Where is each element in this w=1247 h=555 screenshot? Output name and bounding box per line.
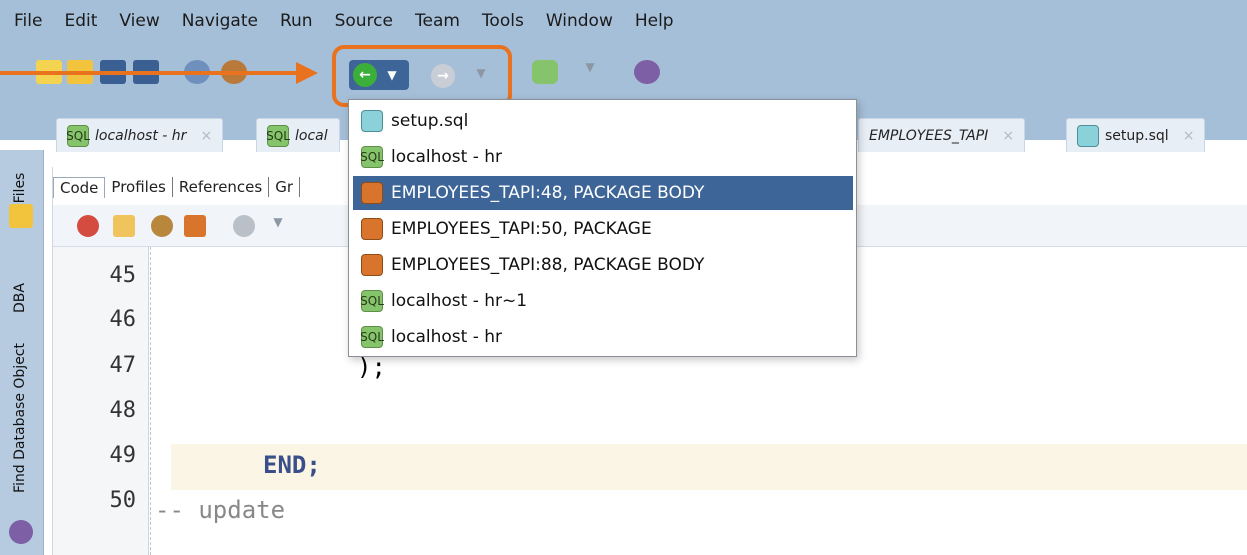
sql-connection-icon: SQL bbox=[360, 326, 384, 348]
callout-arrow bbox=[0, 71, 300, 75]
close-icon[interactable]: × bbox=[1183, 128, 1195, 144]
menu-source[interactable]: Source bbox=[335, 11, 393, 31]
editor-subtabs: Code Profiles References Gr bbox=[53, 171, 301, 203]
menu-tools[interactable]: Tools bbox=[482, 11, 524, 31]
dropdown-item[interactable]: SQL localhost - hr bbox=[353, 320, 853, 354]
menu-run[interactable]: Run bbox=[280, 11, 313, 31]
package-icon bbox=[361, 182, 383, 204]
tab-label: EMPLOYEES_TAPI bbox=[869, 127, 989, 144]
left-sidebar: Files DBA Find Database Object bbox=[0, 150, 44, 555]
sidebar-label: DBA bbox=[12, 283, 28, 313]
menu-navigate[interactable]: Navigate bbox=[182, 11, 258, 31]
back-history-dropdown: setup.sql SQL localhost - hr EMPLOYEES_T… bbox=[348, 99, 857, 357]
menu-help[interactable]: Help bbox=[635, 11, 674, 31]
sql-connection-icon: SQL bbox=[66, 124, 90, 147]
tab-label: local bbox=[295, 127, 328, 144]
line-number: 48 bbox=[109, 398, 137, 423]
sql-connection-icon: SQL bbox=[360, 290, 384, 312]
binoculars-icon[interactable] bbox=[634, 60, 660, 84]
dropdown-item-label: localhost - hr~1 bbox=[391, 291, 528, 311]
gutter-divider bbox=[150, 247, 151, 555]
package-icon bbox=[361, 254, 383, 276]
line-number: 49 bbox=[109, 443, 137, 468]
binoculars-icon[interactable] bbox=[9, 520, 33, 544]
app-window: File Edit View Navigate Run Source Team … bbox=[0, 0, 1247, 555]
line-number-gutter: 45 46 47 48 49 50 bbox=[53, 247, 149, 555]
close-icon[interactable]: × bbox=[200, 128, 212, 144]
sidebar-item-files[interactable]: Files bbox=[4, 172, 36, 204]
dropdown-item[interactable]: EMPLOYEES_TAPI:50, PACKAGE bbox=[353, 212, 853, 246]
sql-worksheet-icon[interactable] bbox=[532, 60, 558, 84]
sidebar-item-dba[interactable]: DBA bbox=[4, 282, 36, 314]
dropdown-item-selected[interactable]: EMPLOYEES_TAPI:48, PACKAGE BODY bbox=[353, 176, 853, 210]
sql-file-icon bbox=[1077, 124, 1099, 147]
menu-team[interactable]: Team bbox=[415, 11, 460, 31]
callout-highlight-box bbox=[332, 45, 512, 107]
line-number: 46 bbox=[109, 307, 137, 332]
tab-label: setup.sql bbox=[1105, 127, 1169, 144]
dropdown-item[interactable]: setup.sql bbox=[353, 104, 853, 138]
menu-view[interactable]: View bbox=[119, 11, 159, 31]
code-line[interactable]: ); bbox=[357, 353, 386, 381]
menu-file[interactable]: File bbox=[14, 11, 42, 31]
line-number: 50 bbox=[109, 488, 137, 513]
dropdown-item-label: localhost - hr bbox=[391, 327, 503, 347]
dropdown-item[interactable]: EMPLOYEES_TAPI:88, PACKAGE BODY bbox=[353, 248, 853, 282]
sql-file-icon bbox=[361, 110, 383, 132]
line-number: 47 bbox=[109, 353, 137, 378]
callout-arrowhead bbox=[296, 62, 318, 84]
package-icon bbox=[361, 218, 383, 240]
menu-window[interactable]: Window bbox=[546, 11, 613, 31]
pin-icon[interactable] bbox=[77, 215, 99, 237]
gear-dropdown-icon[interactable]: ▼ bbox=[267, 215, 289, 237]
dropdown-item-label: EMPLOYEES_TAPI:48, PACKAGE BODY bbox=[391, 183, 705, 203]
code-line[interactable]: -- update bbox=[155, 496, 285, 524]
gear-icon[interactable] bbox=[233, 215, 255, 237]
dropdown-item-label: EMPLOYEES_TAPI:50, PACKAGE bbox=[391, 219, 652, 239]
dropdown-item[interactable]: SQL localhost - hr~1 bbox=[353, 284, 853, 318]
code-line[interactable]: END; bbox=[263, 451, 321, 479]
line-number: 45 bbox=[109, 263, 137, 288]
sql-connection-icon: SQL bbox=[360, 146, 384, 168]
tab-local[interactable]: SQL local bbox=[256, 118, 340, 152]
tab-label: localhost - hr bbox=[95, 127, 187, 144]
dropdown-item[interactable]: SQL localhost - hr bbox=[353, 140, 853, 174]
current-line-highlight bbox=[171, 444, 1247, 490]
package-icon[interactable] bbox=[184, 215, 206, 237]
tab-gr[interactable]: Gr bbox=[269, 177, 301, 197]
tab-setup-sql[interactable]: setup.sql × bbox=[1066, 118, 1206, 152]
dropdown-item-label: localhost - hr bbox=[391, 147, 503, 167]
menu-bar: File Edit View Navigate Run Source Team … bbox=[0, 0, 1247, 42]
debug-icon[interactable] bbox=[151, 215, 173, 237]
tab-references[interactable]: References bbox=[173, 177, 270, 197]
tab-localhost-hr[interactable]: SQL localhost - hr × bbox=[56, 118, 224, 152]
tab-code[interactable]: Code bbox=[53, 176, 106, 198]
sidebar-label: Files bbox=[12, 172, 28, 204]
sql-connection-icon: SQL bbox=[266, 124, 290, 147]
edit-icon[interactable] bbox=[113, 215, 135, 237]
dropdown-item-label: EMPLOYEES_TAPI:88, PACKAGE BODY bbox=[391, 255, 705, 275]
dropdown-item-label: setup.sql bbox=[391, 111, 469, 131]
sidebar-item-find-database-object[interactable]: Find Database Object bbox=[4, 343, 36, 493]
menu-edit[interactable]: Edit bbox=[64, 11, 97, 31]
tab-profiles[interactable]: Profiles bbox=[105, 177, 173, 197]
close-icon[interactable]: × bbox=[1002, 128, 1014, 144]
sql-worksheet-dropdown-icon[interactable]: ▼ bbox=[577, 60, 603, 84]
folder-icon[interactable] bbox=[9, 204, 33, 228]
sidebar-label: Find Database Object bbox=[12, 343, 28, 493]
tab-employees-tapi[interactable]: EMPLOYEES_TAPI × bbox=[858, 118, 1026, 152]
